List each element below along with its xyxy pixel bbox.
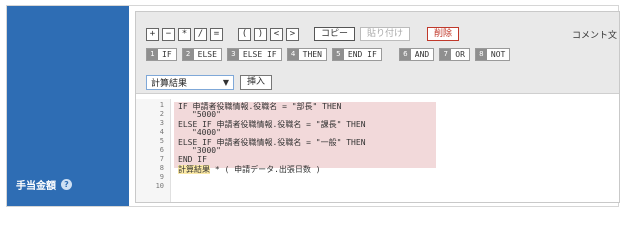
field-select[interactable]: 計算結果 ▼ (146, 74, 234, 90)
code-line: "3000" (192, 146, 221, 155)
field-label-column: 手当金額 ? (7, 6, 129, 206)
keyword-row: 1 IF 2 ELSE 3 ELSE IF 4 THEN 5 END IF 6 AND 7O… (146, 47, 515, 61)
comment-label: コメント文 (572, 31, 618, 41)
keyword-not-button[interactable]: 8 NOT (474, 47, 511, 61)
keyword-label: ELSE (197, 49, 217, 59)
shortcut-number: 3 (227, 48, 239, 60)
formula-editor: + − * / = ( ) < > コピー 貼り付け 削除 コメント文 1 IF … (135, 11, 620, 203)
divide-button[interactable]: / (194, 27, 207, 41)
insert-row: 計算結果 ▼ 挿入 (146, 74, 273, 90)
greater-than-button[interactable]: > (286, 27, 299, 41)
paste-button[interactable]: 貼り付け (360, 27, 411, 41)
insert-button[interactable]: 挿入 (240, 74, 273, 90)
form-row: 手当金額 ? + − * / = ( ) < > コピー 貼り付け 削除 コメン… (6, 5, 620, 207)
keyword-label: NOT (490, 49, 506, 59)
line-number: 4 (159, 128, 164, 136)
chevron-down-icon: ▼ (222, 77, 229, 87)
field-label: 手当金額 ? (16, 177, 72, 192)
keyword-label: ELSE IF (242, 49, 277, 59)
line-number: 5 (159, 137, 164, 145)
shortcut-number: 7 (440, 48, 452, 60)
delete-button[interactable]: 削除 (427, 27, 460, 41)
keyword-if-button[interactable]: 1 IF (146, 47, 177, 61)
keyword-and-button[interactable]: 6 AND (398, 47, 435, 61)
equals-button[interactable]: = (210, 27, 223, 41)
formula-toolbar: + − * / = ( ) < > コピー 貼り付け 削除 コメント文 1 IF … (136, 12, 619, 94)
line-number: 6 (159, 146, 164, 154)
shortcut-number: 8 (475, 48, 487, 60)
line-number: 9 (159, 173, 164, 181)
shortcut-number: 1 (147, 48, 158, 60)
line-number: 10 (155, 182, 164, 190)
shortcut-number: 5 (332, 48, 344, 60)
field-label-text: 手当金額 (16, 181, 56, 192)
keyword-then-button[interactable]: 4 THEN (286, 47, 327, 61)
open-paren-button[interactable]: ( (238, 27, 251, 41)
shortcut-number: 4 (287, 48, 299, 60)
field-select-value: 計算結果 (151, 78, 188, 89)
question-circle-icon[interactable]: ? (61, 179, 72, 190)
code-line: 計算結果 * ( 申請データ.出張日数 ) (178, 164, 321, 175)
line-number-gutter: 1 2 3 4 5 6 7 8 9 10 (136, 99, 171, 202)
line-number: 7 (159, 155, 164, 163)
operator-row: + − * / = ( ) < > コピー 貼り付け 削除 (146, 26, 464, 42)
close-paren-button[interactable]: ) (254, 27, 267, 41)
keyword-label: END IF (347, 49, 377, 59)
line-number: 8 (159, 164, 164, 172)
copy-button[interactable]: コピー (314, 27, 356, 41)
minus-button[interactable]: − (162, 27, 175, 41)
shortcut-number: 2 (182, 48, 194, 60)
code-line-rest: * ( 申請データ.出張日数 ) (210, 165, 321, 174)
code-line: "5000" (192, 110, 221, 119)
code-line: "4000" (192, 128, 221, 137)
keyword-else-button[interactable]: 2 ELSE (181, 47, 222, 61)
line-number: 1 (159, 101, 164, 109)
keyword-end-if-button[interactable]: 5 END IF (331, 47, 382, 61)
keyword-or-button[interactable]: 7 OR (439, 47, 470, 61)
multiply-button[interactable]: * (178, 27, 191, 41)
keyword-label: AND (414, 49, 430, 59)
keyword-label: OR (455, 49, 465, 59)
line-number: 3 (159, 119, 164, 127)
field-token: 計算結果 (178, 165, 210, 174)
code-line: END IF (178, 155, 207, 164)
code-editor[interactable]: 1 2 3 4 5 6 7 8 9 10 IF 申請者役職情報.役職名 = "部… (136, 99, 619, 202)
plus-button[interactable]: + (146, 27, 159, 41)
line-number: 2 (159, 110, 164, 118)
keyword-else-if-button[interactable]: 3 ELSE IF (226, 47, 282, 61)
shortcut-number: 6 (399, 48, 411, 60)
keyword-label: IF (162, 49, 172, 59)
less-than-button[interactable]: < (270, 27, 283, 41)
keyword-label: THEN (302, 49, 322, 59)
